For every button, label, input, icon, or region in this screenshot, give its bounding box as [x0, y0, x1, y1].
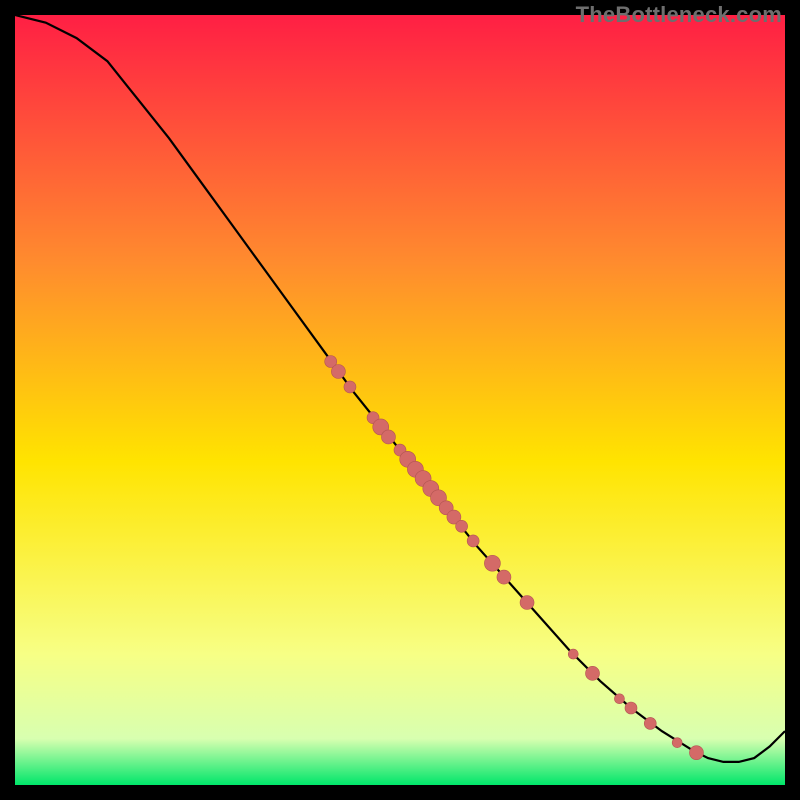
- data-point: [497, 570, 511, 584]
- data-point: [568, 649, 578, 659]
- gradient-background: [15, 15, 785, 785]
- data-point: [689, 746, 703, 760]
- data-point: [586, 666, 600, 680]
- data-point: [331, 365, 345, 379]
- chart-svg: [15, 15, 785, 785]
- data-point: [672, 738, 682, 748]
- chart-frame: [15, 15, 785, 785]
- data-point: [344, 381, 356, 393]
- data-point: [381, 430, 395, 444]
- data-point: [614, 694, 624, 704]
- data-point: [484, 555, 500, 571]
- data-point: [520, 596, 534, 610]
- data-point: [456, 520, 468, 532]
- watermark-text: TheBottleneck.com: [576, 2, 782, 28]
- data-point: [467, 535, 479, 547]
- data-point: [625, 702, 637, 714]
- data-point: [644, 717, 656, 729]
